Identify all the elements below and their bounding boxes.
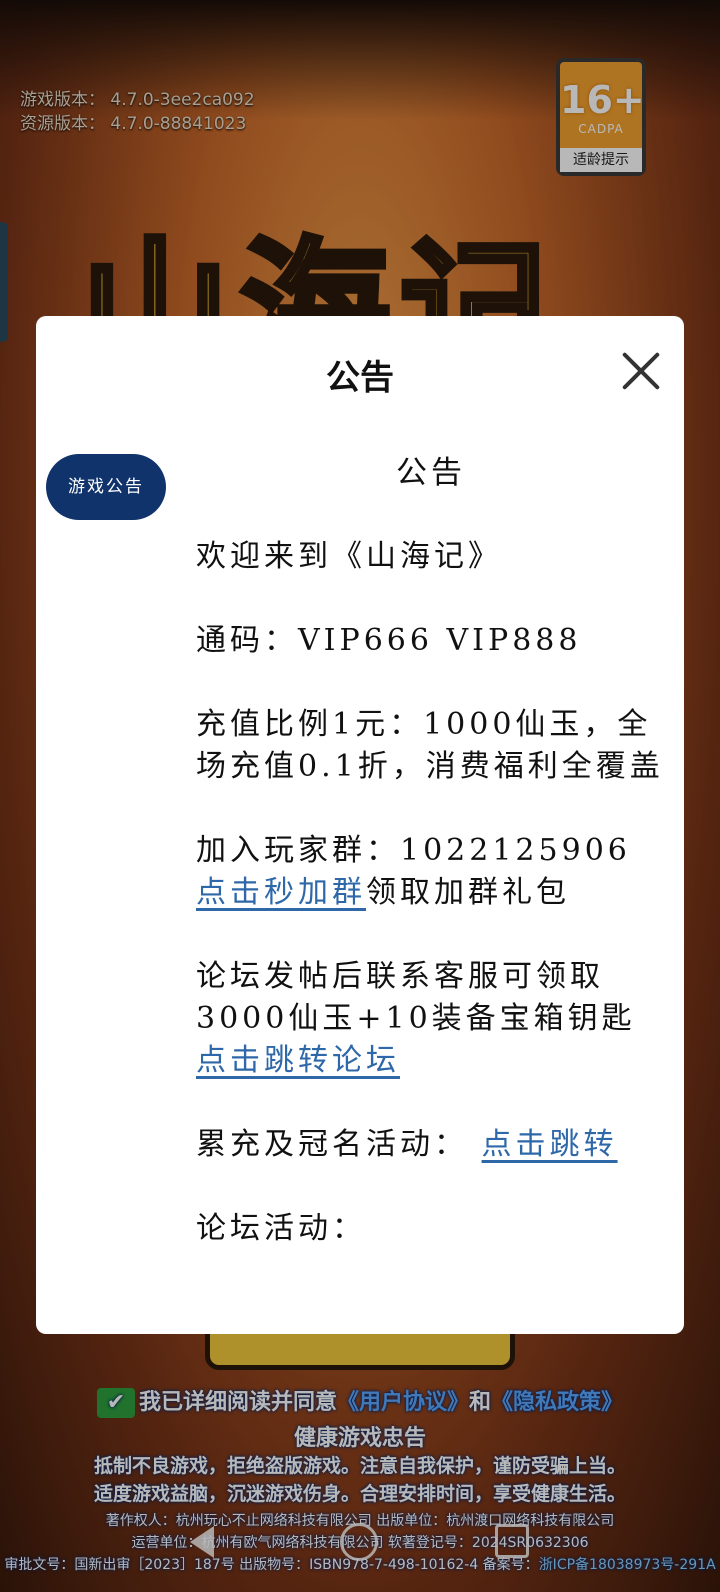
- forum-paragraph: 论坛发帖后联系客服可领取3000仙玉+10装备宝箱钥匙点击跳转论坛: [196, 956, 666, 1082]
- announcement-content: 公告 欢迎来到《山海记》 通码：VIP666 VIP888 充值比例1元：100…: [196, 452, 666, 1292]
- modal-title: 公告: [326, 358, 394, 398]
- activity-link[interactable]: 点击跳转: [482, 1127, 618, 1162]
- activity-text: 累充及冠名活动：: [196, 1127, 482, 1162]
- group-text: 加入玩家群：1022125906: [196, 833, 631, 868]
- close-icon[interactable]: [620, 350, 662, 392]
- activity-paragraph: 累充及冠名活动： 点击跳转: [196, 1124, 666, 1166]
- announcement-modal: 公告 游戏公告 公告 欢迎来到《山海记》 通码：VIP666 VIP888 充值…: [36, 316, 684, 1334]
- forum-link[interactable]: 点击跳转论坛: [196, 1043, 400, 1078]
- group-paragraph: 加入玩家群：1022125906 点击秒加群领取加群礼包: [196, 830, 666, 914]
- tab-game-announcement[interactable]: 游戏公告: [46, 454, 166, 520]
- recharge-text: 充值比例1元：1000仙玉，全场充值0.1折，消费福利全覆盖: [196, 707, 664, 784]
- content-heading: 公告: [396, 455, 466, 491]
- join-group-link[interactable]: 点击秒加群: [196, 875, 366, 910]
- welcome-text: 欢迎来到《山海记》: [196, 539, 502, 574]
- forum-activity-text: 论坛活动：: [196, 1211, 366, 1246]
- code-text: 通码：VIP666 VIP888: [196, 623, 582, 658]
- forum-text: 论坛发帖后联系客服可领取3000仙玉+10装备宝箱钥匙: [196, 959, 636, 1036]
- group-gift-text: 领取加群礼包: [366, 875, 570, 910]
